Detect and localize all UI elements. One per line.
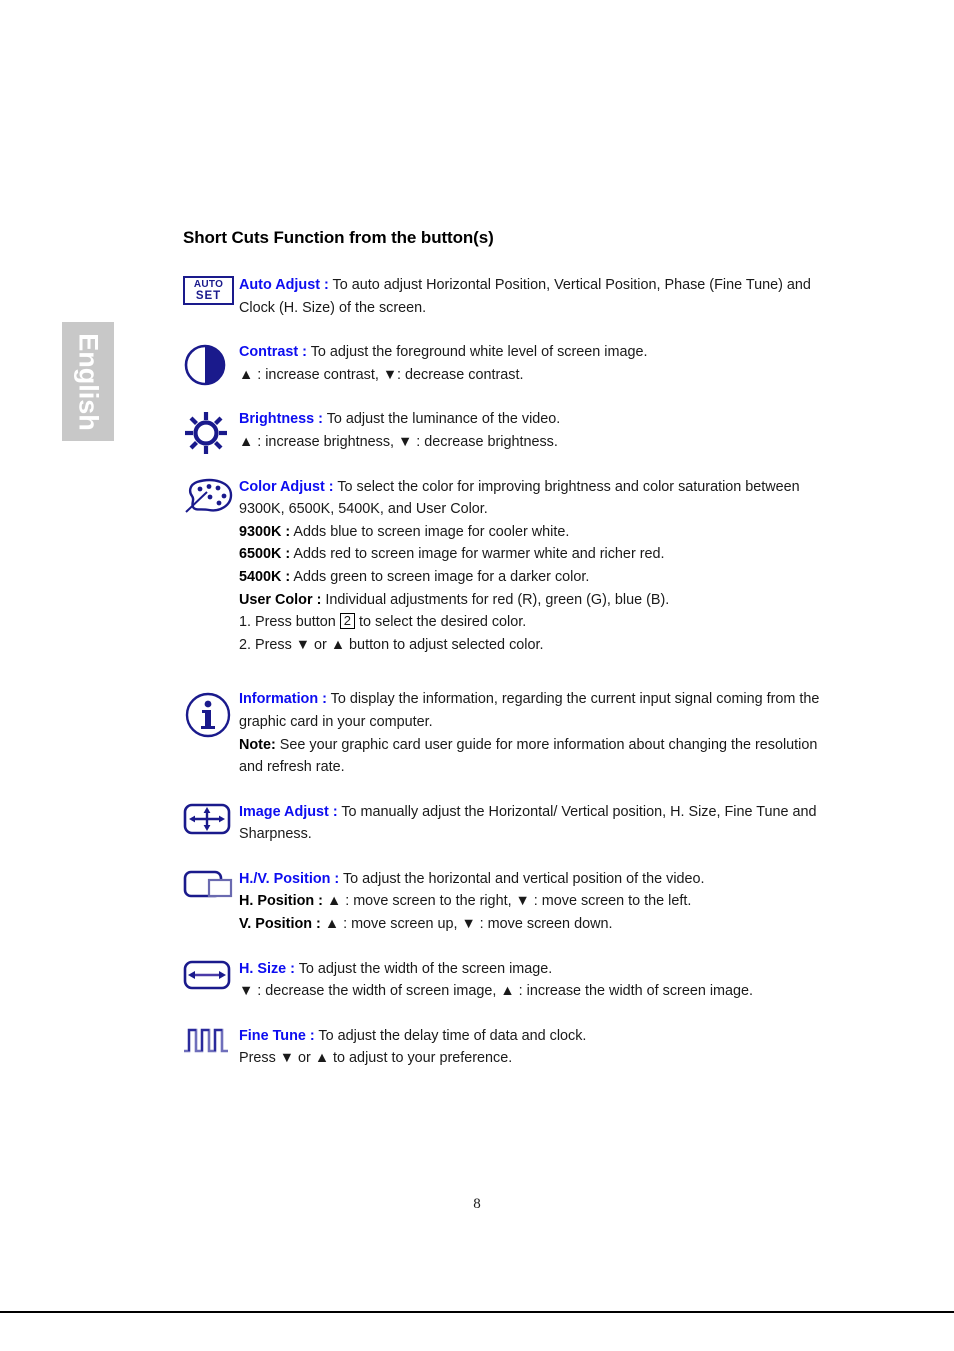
entry-text: To adjust the foreground white level of … [306, 344, 648, 361]
entry-h-size: H. Size : To adjust the width of the scr… [183, 958, 823, 1003]
entry-fine-tune: Fine Tune : To adjust the delay time of … [183, 1025, 823, 1070]
entry-text-2: ▲ : increase brightness, ▼ : decrease br… [239, 433, 558, 450]
sub-text-v-position: ▲ : move screen up, ▼ : move screen down… [320, 916, 613, 933]
contrast-half-circle-icon [183, 341, 239, 387]
term-label: Color Adjust : [239, 478, 334, 495]
entry-body: Fine Tune : To adjust the delay time of … [239, 1025, 823, 1070]
term-label: H. Size : [239, 960, 295, 977]
sub-text-5400k: Adds green to screen image for a darker … [290, 568, 590, 585]
term-label: Brightness : [239, 411, 323, 428]
language-tab-english: English [62, 322, 114, 441]
entry-image-adjust: Image Adjust : To manually adjust the Ho… [183, 801, 823, 846]
page-title: Short Cuts Function from the button(s) [183, 228, 494, 247]
entry-text-2: Press ▼ or ▲ to adjust to your preferenc… [239, 1050, 513, 1067]
auto-set-button-icon: AUTO SET [183, 274, 239, 320]
entry-hv-position: H./V. Position : To adjust the horizonta… [183, 868, 823, 936]
sub-text-9300k: Adds blue to screen image for cooler whi… [290, 523, 570, 540]
entry-auto-adjust: AUTO SET Auto Adjust : To auto adjust Ho… [183, 274, 823, 319]
term-label: Auto Adjust : [239, 277, 329, 293]
entry-body: Image Adjust : To manually adjust the Ho… [239, 801, 823, 846]
term-label: H./V. Position : [239, 870, 340, 887]
button-2-keycap: 2 [339, 613, 356, 630]
step1-suffix: to select the desired color. [355, 614, 527, 631]
entry-information: Information : To display the information… [183, 688, 823, 778]
entry-text: To adjust the width of the screen image. [294, 960, 553, 977]
entry-body: Auto Adjust : To auto adjust Horizontal … [239, 274, 823, 319]
footer-rule [0, 1311, 954, 1313]
sub-label-6500k: 6500K : [239, 546, 291, 563]
term-label: Information : [239, 691, 327, 708]
page-number: 8 [473, 1196, 481, 1212]
h-size-horizontal-arrow-icon [183, 958, 239, 1004]
term-label: Image Adjust : [239, 803, 338, 820]
sub-text-h-position: ▲ : move screen to the right, ▼ : move s… [322, 893, 692, 910]
entry-contrast: Contrast : To adjust the foreground whit… [183, 341, 823, 386]
language-tab-label: English [73, 332, 104, 431]
entry-text: To display the information, regarding th… [239, 691, 820, 730]
term-label: Contrast : [239, 344, 307, 361]
auto-set-icon-top-label: AUTO [193, 279, 224, 290]
step1-prefix: 1. Press button [239, 614, 340, 631]
image-adjust-four-way-arrow-icon [183, 801, 239, 847]
entry-body: H./V. Position : To adjust the horizonta… [239, 868, 823, 936]
entry-body: Color Adjust : To select the color for i… [239, 476, 823, 657]
information-circle-icon [183, 688, 239, 738]
auto-set-icon-bottom-label: SET [195, 289, 222, 302]
note-text: See your graphic card user guide for mor… [239, 736, 818, 776]
brightness-sun-icon [183, 408, 239, 455]
entry-body: H. Size : To adjust the width of the scr… [239, 958, 823, 1003]
hv-position-offset-rectangles-icon [183, 868, 239, 914]
entry-text-2: ▲ : increase contrast, ▼: decrease contr… [239, 366, 524, 383]
entry-text: To adjust the horizontal and vertical po… [339, 870, 705, 887]
entry-body: Brightness : To adjust the luminance of … [239, 408, 823, 453]
sub-label-h-position: H. Position : [239, 893, 323, 910]
entry-body: Contrast : To adjust the foreground whit… [239, 341, 823, 386]
entry-text-2: ▼ : decrease the width of screen image, … [239, 983, 754, 1000]
sub-text-6500k: Adds red to screen image for warmer whit… [290, 546, 665, 563]
term-label: Fine Tune : [239, 1027, 315, 1044]
fine-tune-square-wave-icon [183, 1025, 239, 1071]
page-content: Short Cuts Function from the button(s) A… [183, 228, 823, 1070]
sub-label-9300k: 9300K : [239, 523, 291, 540]
entry-body: Information : To display the information… [239, 688, 823, 778]
entry-text: To adjust the delay time of data and clo… [314, 1027, 587, 1044]
sub-label-5400k: 5400K : [239, 568, 291, 585]
sub-label-v-position: V. Position : [239, 916, 321, 933]
entry-color-adjust: Color Adjust : To select the color for i… [183, 476, 823, 657]
entry-brightness: Brightness : To adjust the luminance of … [183, 408, 823, 455]
color-palette-icon [183, 476, 239, 522]
sub-label-user-color: User Color : [239, 591, 322, 608]
note-label: Note: [239, 736, 276, 753]
step2-text: 2. Press ▼ or ▲ button to adjust selecte… [239, 636, 544, 653]
entry-text: To adjust the luminance of the video. [322, 411, 561, 428]
sub-text-user-color: Individual adjustments for red (R), gree… [321, 591, 670, 608]
